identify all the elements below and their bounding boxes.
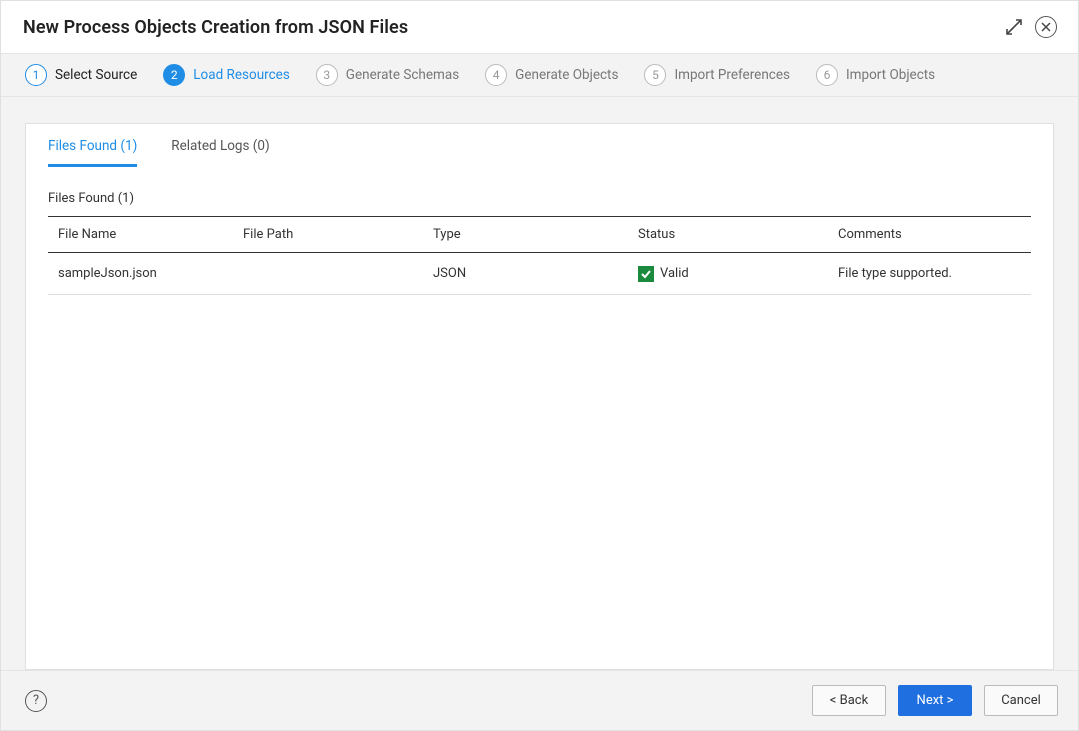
next-button[interactable]: Next >: [898, 685, 972, 716]
step-generate-objects[interactable]: 4 Generate Objects: [485, 64, 618, 86]
step-load-resources[interactable]: 2 Load Resources: [163, 64, 290, 86]
step-number: 2: [163, 64, 185, 86]
dialog: New Process Objects Creation from JSON F…: [0, 0, 1079, 731]
step-label: Import Preferences: [674, 67, 790, 83]
col-file-name: File Name: [48, 219, 243, 250]
help-button[interactable]: ?: [25, 690, 47, 712]
back-button[interactable]: < Back: [812, 685, 886, 716]
cell-type: JSON: [433, 258, 638, 289]
step-import-objects[interactable]: 6 Import Objects: [816, 64, 935, 86]
step-number: 1: [25, 64, 47, 86]
col-comments: Comments: [838, 219, 1031, 250]
close-button[interactable]: [1034, 15, 1058, 39]
step-number: 6: [816, 64, 838, 86]
dialog-body: Files Found (1) Related Logs (0) Files F…: [1, 97, 1078, 670]
step-label: Import Objects: [846, 67, 935, 83]
tab-files-found[interactable]: Files Found (1): [48, 138, 137, 167]
step-number: 3: [316, 64, 338, 86]
cell-file-name: sampleJson.json: [48, 258, 243, 289]
step-label: Generate Objects: [515, 67, 618, 83]
files-table: File Name File Path Type Status Comments…: [48, 216, 1031, 295]
step-number: 4: [485, 64, 507, 86]
tab-related-logs[interactable]: Related Logs (0): [171, 138, 269, 167]
col-file-path: File Path: [243, 219, 433, 250]
cell-status: Valid: [638, 258, 838, 290]
step-import-preferences[interactable]: 5 Import Preferences: [644, 64, 790, 86]
wizard-stepper: 1 Select Source 2 Load Resources 3 Gener…: [1, 53, 1078, 97]
checkmark-icon: [638, 266, 654, 282]
col-type: Type: [433, 219, 638, 250]
step-number: 5: [644, 64, 666, 86]
status-text: Valid: [660, 266, 689, 281]
cell-file-path: [243, 266, 433, 282]
expand-icon[interactable]: [1002, 15, 1026, 39]
table-header-row: File Name File Path Type Status Comments: [48, 217, 1031, 253]
section-title: Files Found (1): [26, 167, 1053, 216]
content-panel: Files Found (1) Related Logs (0) Files F…: [25, 123, 1054, 670]
help-icon: ?: [33, 693, 39, 708]
dialog-title: New Process Objects Creation from JSON F…: [23, 17, 994, 38]
dialog-header: New Process Objects Creation from JSON F…: [1, 1, 1078, 53]
dialog-footer: ? < Back Next > Cancel: [1, 670, 1078, 730]
col-status: Status: [638, 219, 838, 250]
step-label: Select Source: [55, 67, 137, 83]
cancel-button[interactable]: Cancel: [984, 685, 1058, 716]
cell-comments: File type supported.: [838, 258, 1031, 289]
tabbar: Files Found (1) Related Logs (0): [26, 124, 1053, 167]
close-icon: [1035, 16, 1057, 38]
step-select-source[interactable]: 1 Select Source: [25, 64, 137, 86]
table-row[interactable]: sampleJson.json JSON Valid File type sup…: [48, 253, 1031, 295]
step-generate-schemas[interactable]: 3 Generate Schemas: [316, 64, 459, 86]
step-label: Load Resources: [193, 67, 290, 83]
step-label: Generate Schemas: [346, 67, 459, 83]
